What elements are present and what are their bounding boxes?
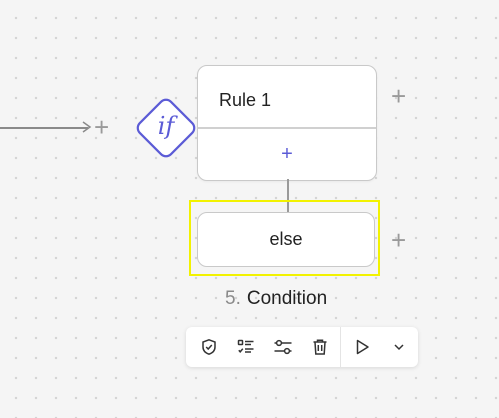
add-after-else-button[interactable]: +: [391, 227, 406, 253]
rule-card[interactable]: Rule 1 +: [197, 65, 377, 181]
if-node[interactable]: if: [126, 88, 206, 168]
incoming-connector-line: [0, 127, 88, 129]
chevron-down-icon: [393, 344, 404, 351]
connector-arrow-icon: [82, 121, 92, 133]
more-options-button[interactable]: [380, 327, 417, 367]
checklist-icon: [237, 339, 253, 353]
play-icon: [356, 339, 369, 355]
if-node-label: if: [157, 112, 175, 140]
add-before-if-button[interactable]: +: [94, 114, 109, 140]
sliders-button[interactable]: [264, 327, 301, 367]
node-toolbar: [186, 327, 418, 367]
node-number: 5.: [225, 288, 241, 309]
checklist-button[interactable]: [227, 327, 264, 367]
delete-button[interactable]: [301, 327, 338, 367]
shield-check-button[interactable]: [190, 327, 227, 367]
trash-icon: [313, 339, 326, 355]
else-label: else: [269, 229, 303, 249]
sliders-icon: [274, 339, 291, 355]
run-button[interactable]: [343, 327, 380, 367]
shield-check-icon: [201, 339, 216, 355]
add-after-rule-button[interactable]: +: [391, 83, 406, 109]
node-title: 5. Condition: [225, 288, 327, 310]
node-name: Condition: [246, 288, 328, 309]
rule-label: Rule 1: [219, 90, 272, 110]
add-condition-button[interactable]: +: [198, 128, 376, 180]
else-card[interactable]: else: [197, 212, 375, 267]
toolbar-separator: [340, 327, 341, 367]
